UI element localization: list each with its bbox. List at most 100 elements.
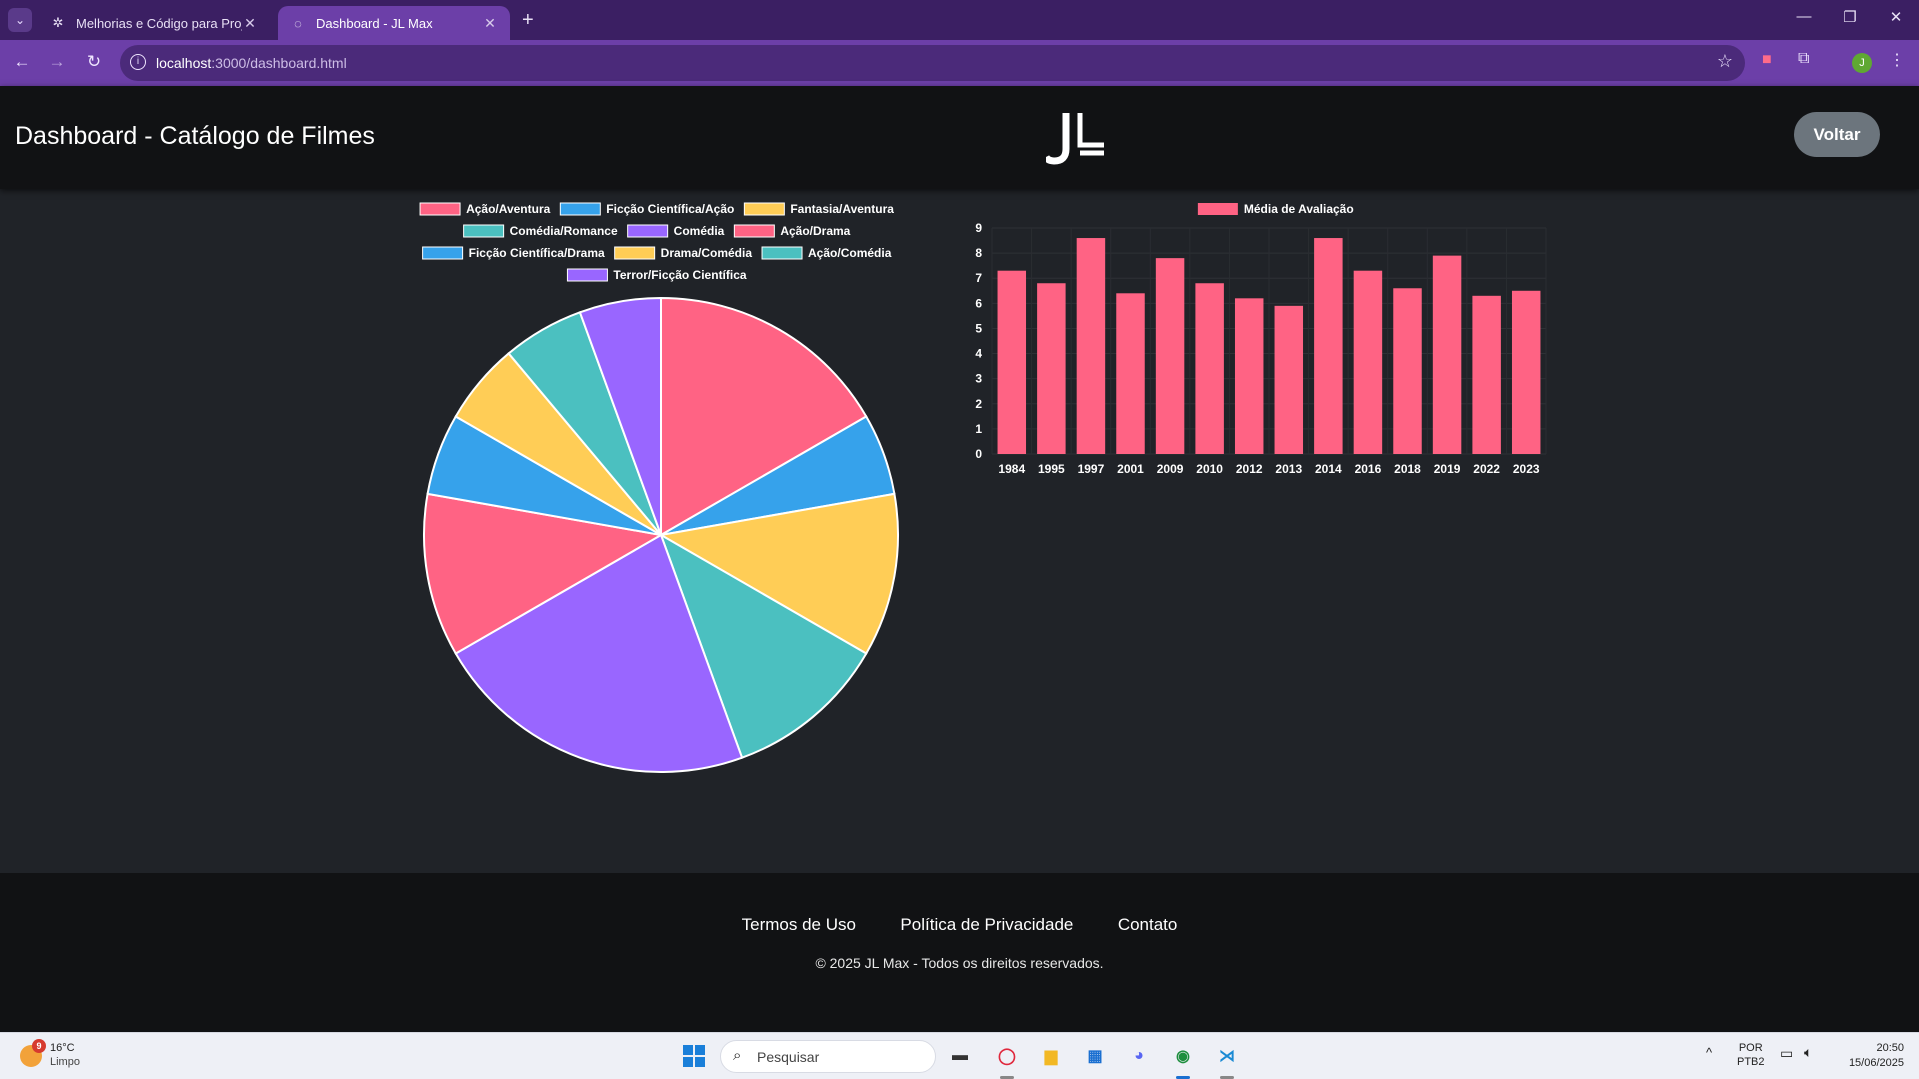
bar: [1234, 298, 1264, 454]
back-arrow-icon[interactable]: ←: [10, 52, 34, 72]
file-explorer-icon[interactable]: ▬: [946, 1042, 974, 1070]
bookmark-star-icon[interactable]: ☆: [1717, 51, 1733, 72]
bar: [1155, 258, 1185, 454]
lang-line1: POR: [1738, 1042, 1763, 1054]
y-tick-label: 1: [975, 422, 982, 436]
y-tick-label: 2: [975, 397, 982, 411]
charts-container: Ação/Aventura Ficção Científica/Ação Fanta…: [0, 189, 1919, 959]
clock-time: 20:50: [1876, 1042, 1904, 1054]
legend-label: Ação/Aventura: [466, 202, 551, 216]
legend-label: Fantasia/Aventura: [790, 202, 894, 216]
contact-link[interactable]: Contato: [1118, 915, 1178, 934]
vscode-icon[interactable]: ⋊: [1213, 1042, 1241, 1070]
search-placeholder: Pesquisar: [757, 1049, 820, 1065]
x-tick-label: 2009: [1157, 462, 1184, 476]
restore-icon[interactable]: ❐: [1835, 8, 1865, 26]
openai-icon: ✲: [52, 15, 64, 30]
page-title: Dashboard - Catálogo de Filmes: [15, 122, 375, 150]
forward-arrow-icon[interactable]: →: [45, 52, 69, 72]
profile-avatar[interactable]: J: [1852, 53, 1872, 73]
legend-label: Drama/Comédia: [661, 246, 753, 260]
taskbar-search[interactable]: ⌕ Pesquisar: [720, 1040, 936, 1073]
chrome-icon[interactable]: ◉: [1169, 1042, 1197, 1070]
bar: [1314, 238, 1343, 454]
legend-label: Terror/Ficção Científica: [613, 268, 746, 282]
bar: [1353, 270, 1383, 454]
legend-label: Ficção Científica/Drama: [469, 246, 605, 260]
bar: [1037, 283, 1066, 454]
url-path: :3000/dashboard.html: [211, 55, 347, 71]
bar: [1393, 288, 1422, 454]
x-tick-label: 1997: [1078, 462, 1105, 476]
legend-label: Comédia: [674, 224, 725, 238]
page-content: Dashboard - Catálogo de Filmes Voltar Aç…: [0, 86, 1919, 1032]
address-toolbar: ← → ↻ i localhost:3000/dashboard.html ☆ …: [0, 40, 1919, 86]
search-icon: ⌕: [733, 1047, 742, 1064]
x-tick-label: 1984: [998, 462, 1025, 476]
x-tick-label: 2012: [1236, 462, 1263, 476]
bar: [997, 270, 1027, 454]
tab-melhorias[interactable]: ✲ Melhorias e Código para Projeto ✕: [38, 6, 270, 40]
legend-label: Ação/Drama: [780, 224, 850, 238]
legend-swatch: [733, 224, 775, 238]
windows-taskbar: 9 16°C Limpo ⌕ Pesquisar ▬ ◯ ▆ ▦ ◕ ◉ ⋊ ^…: [0, 1032, 1919, 1079]
more-menu-icon[interactable]: ⋮: [1889, 50, 1905, 70]
legend-swatch: [419, 202, 461, 216]
footer-links: Termos de Uso Política de Privacidade Co…: [0, 915, 1919, 935]
network-icon[interactable]: ▭: [1780, 1046, 1793, 1060]
opera-icon[interactable]: ◯: [993, 1042, 1021, 1070]
language-indicator[interactable]: POR PTB2: [1737, 1041, 1765, 1069]
windows-start-icon[interactable]: [683, 1045, 705, 1067]
charts-svg: Ação/Aventura Ficção Científica/Ação Fanta…: [419, 202, 1547, 773]
x-tick-label: 2016: [1355, 462, 1382, 476]
globe-icon: ◌: [294, 15, 302, 31]
weather-temp: 16°C: [50, 1042, 75, 1054]
store-icon[interactable]: ▦: [1081, 1042, 1109, 1070]
x-tick-label: 2001: [1117, 462, 1144, 476]
back-button[interactable]: Voltar: [1794, 112, 1880, 157]
site-info-icon[interactable]: i: [130, 54, 146, 70]
y-tick-label: 8: [975, 246, 982, 260]
extension-icon[interactable]: ■: [1762, 51, 1772, 69]
reload-icon[interactable]: ↻: [82, 52, 106, 72]
folder-icon[interactable]: ▆: [1037, 1042, 1065, 1070]
x-tick-label: 2010: [1196, 462, 1223, 476]
bar: [1432, 255, 1462, 454]
bar: [1274, 305, 1304, 454]
bar: [1511, 290, 1541, 454]
close-icon[interactable]: ✕: [242, 15, 258, 32]
url-host: localhost: [156, 55, 212, 71]
x-tick-label: 2018: [1394, 462, 1421, 476]
legend-swatch: [743, 202, 785, 216]
discord-icon[interactable]: ◕: [1125, 1042, 1153, 1070]
tab-search-chevron-icon[interactable]: ⌄: [8, 8, 32, 32]
legend-swatch: [1197, 203, 1238, 215]
new-tab-icon[interactable]: +: [522, 9, 534, 32]
window-close-icon[interactable]: ✕: [1881, 8, 1911, 26]
x-tick-label: 1995: [1038, 462, 1065, 476]
address-bar[interactable]: i localhost:3000/dashboard.html ☆: [120, 45, 1745, 81]
close-icon[interactable]: ✕: [482, 15, 498, 32]
url-text[interactable]: localhost:3000/dashboard.html: [156, 55, 347, 71]
x-tick-label: 2023: [1513, 462, 1540, 476]
legend-swatch: [463, 224, 505, 238]
x-tick-label: 2022: [1473, 462, 1500, 476]
puzzle-extensions-icon[interactable]: ⧉: [1798, 50, 1809, 68]
legend-swatch: [559, 202, 601, 216]
y-tick-label: 5: [975, 321, 982, 335]
weather-condition: Limpo: [50, 1056, 80, 1068]
y-tick-label: 6: [975, 296, 982, 310]
y-tick-label: 9: [975, 221, 982, 235]
bar: [1076, 238, 1106, 454]
minimize-icon[interactable]: —: [1789, 8, 1819, 25]
legend-swatch: [761, 246, 803, 260]
terms-link[interactable]: Termos de Uso: [742, 915, 856, 934]
tray-chevron-up-icon[interactable]: ^: [1706, 1046, 1712, 1060]
privacy-link[interactable]: Política de Privacidade: [900, 915, 1073, 934]
y-tick-label: 4: [975, 347, 982, 361]
notification-badge: 9: [32, 1039, 46, 1053]
volume-icon[interactable]: 🔈︎: [1804, 1045, 1812, 1059]
tab-dashboard[interactable]: ◌ Dashboard - JL Max ✕: [278, 6, 510, 40]
system-clock[interactable]: 20:50 15/06/2025: [1836, 1041, 1904, 1071]
bar: [1195, 283, 1224, 454]
